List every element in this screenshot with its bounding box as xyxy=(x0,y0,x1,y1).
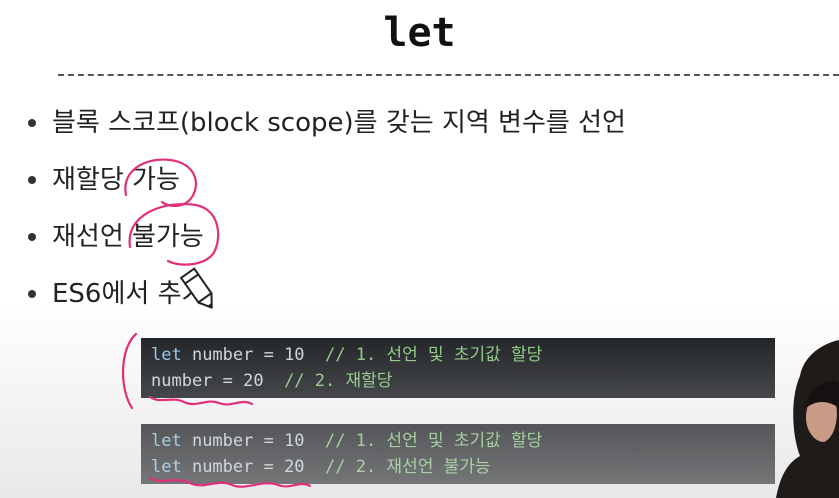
code-block-redeclare: let number = 10 // 1. 선언 및 초기값 할당 let nu… xyxy=(141,424,775,484)
code-comment: // 1. 선언 및 초기값 할당 xyxy=(325,431,543,451)
title-divider xyxy=(58,74,839,76)
bullet-dot xyxy=(28,176,36,184)
bullet-text: 블록 스코프(block scope)를 갖는 지역 변수를 선언 xyxy=(52,108,626,138)
bullet-dot xyxy=(28,233,36,241)
presenter-video xyxy=(776,340,839,498)
code-statement: number = 20 xyxy=(151,371,285,391)
code-comment: // 2. 재할당 xyxy=(284,371,393,391)
bullet-text: 재선언 불가능 xyxy=(52,222,204,252)
bullet-dot xyxy=(28,290,36,298)
code-statement: number = 10 xyxy=(181,431,326,451)
code-line: let number = 20 // 2. 재선언 불가능 xyxy=(151,454,765,480)
bullet-dot xyxy=(28,119,36,127)
slide: let 블록 스코프(block scope)를 갖는 지역 변수를 선언 재할… xyxy=(0,0,839,498)
annotation-bracket xyxy=(122,332,138,410)
code-comment: // 2. 재선언 불가능 xyxy=(325,457,491,477)
code-keyword: let xyxy=(151,457,182,477)
code-line: number = 20 // 2. 재할당 xyxy=(151,368,765,394)
annotation-underline-1 xyxy=(148,395,254,406)
code-keyword: let xyxy=(151,431,182,451)
code-keyword: let xyxy=(151,345,182,365)
bullet-text: 재할당 가능 xyxy=(52,165,180,195)
code-statement: number = 10 xyxy=(181,345,326,365)
code-line: let number = 10 // 1. 선언 및 초기값 할당 xyxy=(151,428,765,454)
code-comment: // 1. 선언 및 초기값 할당 xyxy=(325,345,543,365)
bullet-text: ES6에서 추가 xyxy=(52,279,206,309)
code-line: let number = 10 // 1. 선언 및 초기값 할당 xyxy=(151,342,765,368)
code-statement: number = 20 xyxy=(181,457,326,477)
slide-title: let xyxy=(383,10,456,56)
code-block-reassign: let number = 10 // 1. 선언 및 초기값 할당 number… xyxy=(141,338,775,398)
